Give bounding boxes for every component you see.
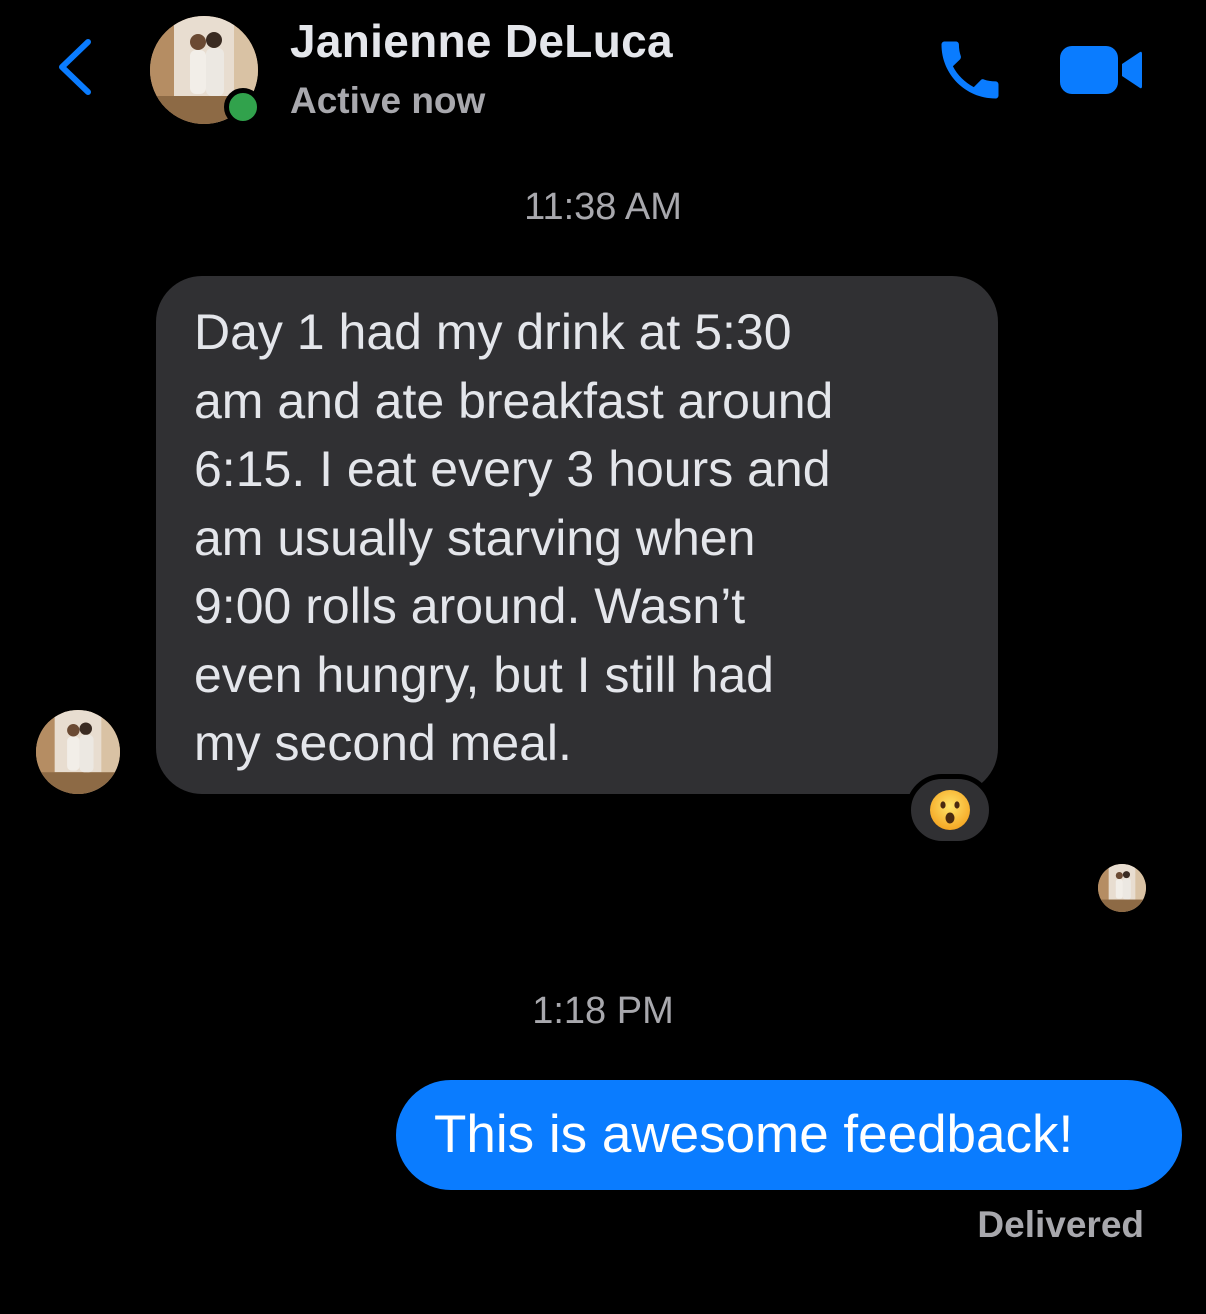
message-line: am usually starving when: [194, 509, 756, 566]
active-status-text: Active now: [290, 80, 486, 121]
delivery-status: Delivered: [977, 1204, 1144, 1245]
message-line: Day 1 had my drink at 5:30: [194, 304, 792, 360]
message-reaction[interactable]: [906, 774, 994, 846]
message-line: 6:15. I eat every 3 hours and: [194, 441, 831, 497]
phone-icon: [941, 41, 999, 99]
audio-call-button[interactable]: [932, 32, 1008, 108]
read-receipt-avatar: [1098, 864, 1146, 912]
surprised-face-icon: [930, 790, 970, 830]
outgoing-message-bubble[interactable]: This is awesome feedback!: [396, 1080, 1182, 1190]
sender-avatar[interactable]: [36, 710, 120, 794]
message-line: am and ate breakfast around: [194, 372, 834, 429]
contact-avatar[interactable]: [150, 16, 262, 126]
video-call-button[interactable]: [1058, 40, 1144, 100]
message-line: even hungry, but I still had: [194, 646, 774, 703]
incoming-message-bubble[interactable]: Day 1 had my drink at 5:30 am and ate br…: [156, 276, 998, 794]
back-button[interactable]: [50, 34, 106, 100]
message-line: 9:00 rolls around. Wasn’t: [194, 578, 746, 634]
message-line: my second meal.: [194, 715, 572, 771]
message-timestamp: 11:38 AM: [524, 186, 682, 228]
active-status-dot: [224, 88, 262, 126]
message-timestamp: 1:18 PM: [532, 990, 674, 1032]
chat-header: Janienne DeLuca Active now: [0, 0, 1206, 150]
video-camera-icon: [1060, 46, 1142, 94]
contact-name[interactable]: Janienne DeLuca: [290, 14, 673, 68]
back-chevron-icon: [59, 39, 91, 95]
